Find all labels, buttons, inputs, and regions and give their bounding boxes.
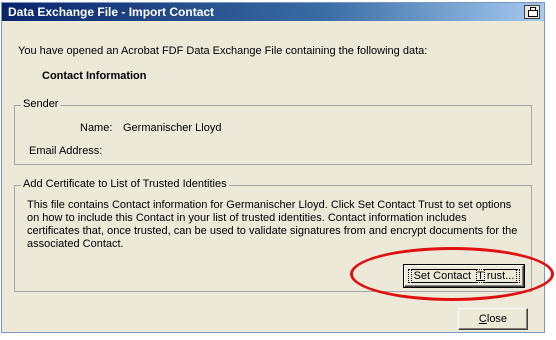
printer-icon[interactable]: [524, 5, 540, 19]
name-value: Germanischer Lloyd: [123, 122, 222, 134]
contact-info-heading: Contact Information: [42, 70, 147, 82]
window-title: Data Exchange File - Import Contact: [8, 5, 215, 19]
name-label: Name:: [80, 122, 113, 134]
certificate-legend: Add Certificate to List of Trusted Ident…: [21, 178, 229, 190]
set-contact-trust-button[interactable]: Set Contact Trust...: [403, 264, 525, 288]
certificate-description: This file contains Contact information f…: [27, 199, 518, 250]
title-bar: Data Exchange File - Import Contact: [2, 3, 544, 21]
intro-text: You have opened an Acrobat FDF Data Exch…: [18, 45, 428, 57]
sender-group: Sender Name: Germanischer Lloyd Email Ad…: [14, 98, 532, 165]
sender-legend: Sender: [21, 98, 61, 110]
set-contact-trust-label: Set Contact Trust...: [407, 269, 521, 283]
import-contact-dialog: Data Exchange File - Import Contact You …: [1, 2, 545, 333]
close-button[interactable]: Close: [458, 308, 528, 330]
email-label: Email Address:: [29, 145, 103, 157]
